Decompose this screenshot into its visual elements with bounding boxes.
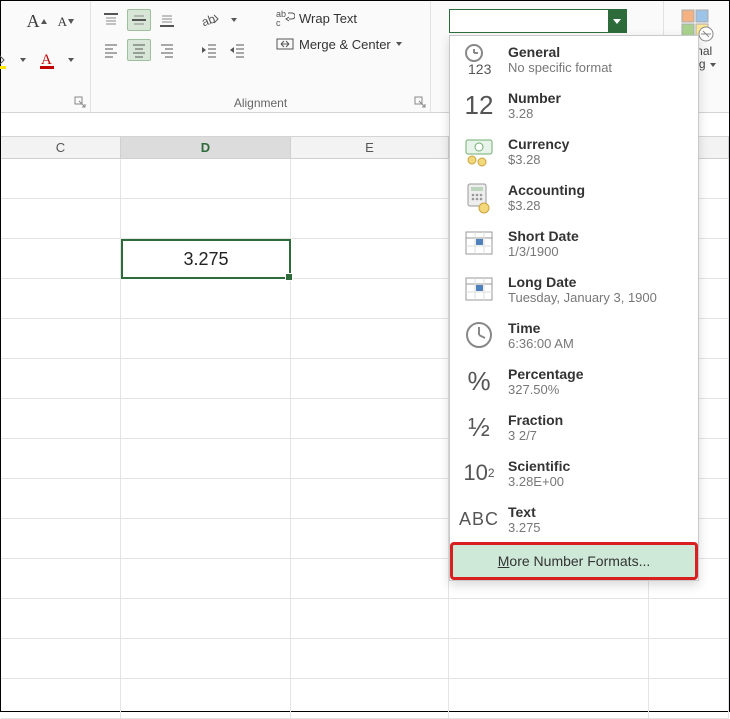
general-icon: 123: [462, 42, 496, 76]
column-header[interactable]: E: [291, 137, 449, 158]
scientific-icon: 102: [462, 456, 496, 490]
format-short-date[interactable]: Short Date1/3/1900: [450, 220, 698, 266]
align-middle-button[interactable]: [127, 9, 151, 31]
increase-font-button[interactable]: A: [24, 9, 51, 34]
alignment-dialog-launcher[interactable]: [414, 96, 426, 108]
short-date-icon: [462, 226, 496, 260]
font-color-button[interactable]: A: [34, 48, 60, 72]
format-accounting[interactable]: Accounting$3.28: [450, 174, 698, 220]
time-icon: [462, 318, 496, 352]
format-scientific[interactable]: 102 Scientific3.28E+00: [450, 450, 698, 496]
percentage-icon: %: [462, 364, 496, 398]
align-left-button[interactable]: [99, 39, 123, 61]
number-icon: 12: [462, 88, 496, 122]
cell-value: 3.275: [183, 249, 228, 270]
currency-icon: [462, 134, 496, 168]
font-dialog-launcher[interactable]: [74, 96, 86, 108]
format-time[interactable]: Time6:36:00 AM: [450, 312, 698, 358]
fill-color-button[interactable]: [0, 48, 12, 72]
merge-center-button[interactable]: Merge & Center: [271, 33, 407, 55]
column-header[interactable]: C: [1, 137, 121, 158]
svg-text:ab: ab: [200, 12, 217, 29]
orientation-dropdown[interactable]: [227, 14, 241, 26]
svg-text:c: c: [276, 18, 281, 27]
number-format-dropdown-icon: [608, 10, 626, 32]
format-currency[interactable]: Currency$3.28: [450, 128, 698, 174]
format-general[interactable]: 123 GeneralNo specific format: [450, 36, 698, 82]
increase-indent-button[interactable]: [225, 39, 249, 61]
text-icon: ABC: [462, 502, 496, 536]
svg-text:A: A: [41, 52, 52, 68]
align-top-button[interactable]: [99, 9, 123, 31]
fill-color-dropdown[interactable]: [16, 54, 30, 66]
alignment-group: ab abc Wrap Text Merge & Center: [91, 1, 431, 112]
alignment-group-label: Alignment: [91, 96, 430, 110]
decrease-indent-button[interactable]: [197, 39, 221, 61]
number-format-combo[interactable]: [449, 9, 627, 33]
align-right-button[interactable]: [155, 39, 179, 61]
format-number[interactable]: 12 Number3.28: [450, 82, 698, 128]
merge-center-label: Merge & Center: [299, 37, 391, 52]
format-percentage[interactable]: % Percentage327.50%: [450, 358, 698, 404]
column-header-selected[interactable]: D: [121, 137, 291, 158]
format-long-date[interactable]: Long DateTuesday, January 3, 1900: [450, 266, 698, 312]
align-bottom-button[interactable]: [155, 9, 179, 31]
format-text[interactable]: ABC Text3.275: [450, 496, 698, 542]
fraction-icon: ½: [462, 410, 496, 444]
selected-cell[interactable]: 3.275: [121, 239, 291, 279]
svg-text:123: 123: [468, 61, 492, 76]
format-fraction[interactable]: ½ Fraction3 2/7: [450, 404, 698, 450]
font-color-dropdown[interactable]: [64, 54, 78, 66]
font-group: A A A: [1, 1, 91, 112]
wrap-text-label: Wrap Text: [299, 11, 357, 26]
long-date-icon: [462, 272, 496, 306]
orientation-button[interactable]: ab: [197, 9, 223, 31]
wrap-text-button[interactable]: abc Wrap Text: [271, 7, 407, 29]
accounting-icon: [462, 180, 496, 214]
decrease-font-button[interactable]: A: [55, 12, 78, 32]
more-number-formats[interactable]: More Number Formats...: [450, 542, 698, 580]
number-format-panel: 123 GeneralNo specific format 12 Number3…: [449, 35, 699, 581]
align-center-button[interactable]: [127, 39, 151, 61]
